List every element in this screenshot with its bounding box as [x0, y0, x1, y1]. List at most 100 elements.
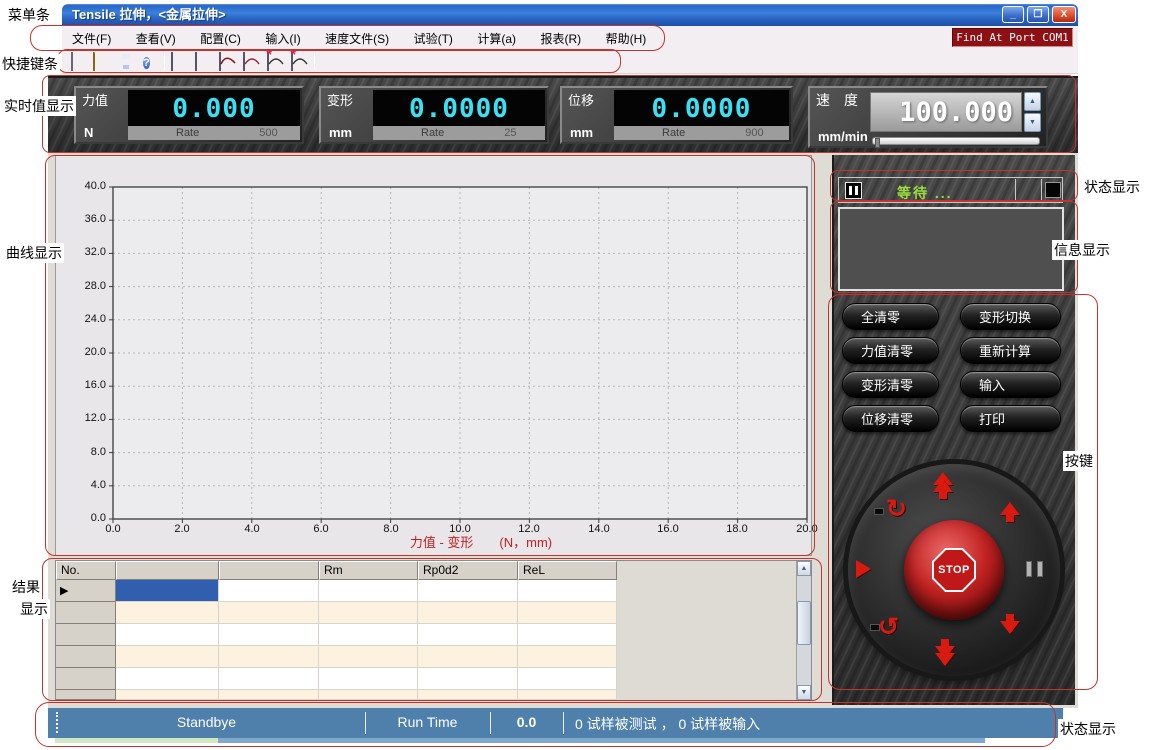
- table-cell-selected[interactable]: [116, 580, 219, 602]
- recalculate-button[interactable]: 重新计算: [960, 337, 1061, 364]
- table-cell[interactable]: [518, 602, 617, 624]
- clear-displacement-button[interactable]: 位移清零: [842, 405, 939, 432]
- curve-icon[interactable]: [242, 53, 260, 71]
- row-indicator[interactable]: [56, 602, 116, 624]
- window-titlebar[interactable]: Tensile 拉伸，<金属拉伸>: [62, 4, 1078, 26]
- table-cell[interactable]: [219, 690, 319, 700]
- up-arrow-icon[interactable]: [1000, 502, 1020, 522]
- stop-button[interactable]: STOP: [904, 520, 1004, 620]
- run-time-value: 0.0: [490, 714, 563, 730]
- input-button[interactable]: 输入: [960, 371, 1061, 398]
- curve-import-icon[interactable]: [290, 53, 308, 71]
- row-indicator[interactable]: [56, 624, 116, 646]
- menu-speed-file[interactable]: 速度文件(S): [315, 26, 399, 47]
- scrollbar-thumb[interactable]: [797, 601, 811, 645]
- col-header-rm[interactable]: Rm: [319, 561, 418, 580]
- table-cell[interactable]: [418, 602, 518, 624]
- scroll-down-icon[interactable]: ▼: [797, 685, 811, 700]
- clear-force-button[interactable]: 力值清零: [842, 337, 939, 364]
- table-cell[interactable]: [319, 624, 418, 646]
- table-cell[interactable]: [518, 690, 617, 700]
- table-cell[interactable]: [219, 602, 319, 624]
- annotation-label-menu-bar: 菜单条: [6, 5, 52, 25]
- table-cell[interactable]: [418, 580, 518, 602]
- close-button[interactable]: X: [1052, 6, 1076, 23]
- col-header-rel[interactable]: ReL: [518, 561, 617, 580]
- menu-calc[interactable]: 计算(a): [467, 26, 526, 47]
- save-icon[interactable]: [117, 53, 135, 71]
- menu-config[interactable]: 配置(C): [190, 26, 251, 47]
- left-jog-icon[interactable]: [856, 560, 871, 578]
- table-cell[interactable]: [116, 690, 219, 700]
- table-cell[interactable]: [116, 624, 219, 646]
- table-cell[interactable]: [518, 668, 617, 690]
- speed-slider[interactable]: [872, 137, 1040, 145]
- table-cell[interactable]: [418, 624, 518, 646]
- table-cell[interactable]: [219, 580, 319, 602]
- table-cell[interactable]: [319, 580, 418, 602]
- clear-deformation-button[interactable]: 变形清零: [842, 371, 939, 398]
- speed-down-button[interactable]: ▼: [1024, 113, 1041, 132]
- table-cell[interactable]: [116, 668, 219, 690]
- down-arrow-icon[interactable]: [1000, 614, 1020, 634]
- col-header-rp0d2[interactable]: Rp0d2: [418, 561, 518, 580]
- menu-file[interactable]: 文件(F): [62, 26, 121, 47]
- curve-preview-icon[interactable]: [218, 53, 236, 71]
- table-cell[interactable]: [319, 602, 418, 624]
- table-cell[interactable]: [219, 624, 319, 646]
- open-folder-icon[interactable]: [92, 53, 110, 71]
- menu-input[interactable]: 输入(I): [255, 26, 310, 47]
- menu-report[interactable]: 报表(R): [531, 26, 592, 47]
- grid-table-icon[interactable]: [170, 53, 188, 71]
- table-cell[interactable]: [116, 602, 219, 624]
- print-button[interactable]: 打印: [960, 405, 1061, 432]
- table-cell[interactable]: [319, 668, 418, 690]
- x-tick: 0.0: [97, 523, 129, 535]
- machine-status-bar: 等待 ...: [838, 177, 1063, 203]
- speed-up-button[interactable]: ▲: [1024, 92, 1041, 111]
- menu-test[interactable]: 试验(T): [404, 26, 463, 47]
- minimize-button[interactable]: _: [1002, 6, 1024, 23]
- machine-mode-text: Standbye: [48, 714, 365, 730]
- row-indicator[interactable]: [56, 690, 116, 700]
- motor-cw-icon[interactable]: [886, 498, 907, 520]
- table-scrollbar[interactable]: ▲ ▼: [796, 561, 811, 700]
- new-window-icon[interactable]: [194, 53, 212, 71]
- pause-jog-icon[interactable]: [1026, 561, 1043, 577]
- speed-value-display: 100.000: [870, 92, 1022, 132]
- table-cell[interactable]: [418, 690, 518, 700]
- row-indicator[interactable]: ▶: [56, 580, 116, 602]
- table-cell[interactable]: [116, 646, 219, 668]
- y-tick: 40.0: [74, 180, 106, 192]
- table-cell[interactable]: [418, 668, 518, 690]
- col-header-blank1[interactable]: [116, 561, 219, 580]
- table-cell[interactable]: [219, 668, 319, 690]
- table-cell[interactable]: [319, 690, 418, 700]
- scroll-up-icon[interactable]: ▲: [797, 561, 811, 576]
- table-cell[interactable]: [319, 646, 418, 668]
- row-indicator[interactable]: [56, 646, 116, 668]
- fast-down-arrow-icon[interactable]: [935, 639, 955, 666]
- clear-all-button[interactable]: 全清零: [842, 303, 939, 330]
- restore-button[interactable]: ❐: [1027, 6, 1049, 23]
- fast-up-arrow-icon[interactable]: [933, 472, 953, 499]
- menu-view[interactable]: 查看(V): [126, 26, 186, 47]
- curve-export-icon[interactable]: [266, 53, 284, 71]
- row-indicator[interactable]: [56, 668, 116, 690]
- menu-help[interactable]: 帮助(H): [596, 26, 657, 47]
- table-cell[interactable]: [518, 646, 617, 668]
- speed-slider-thumb[interactable]: [875, 138, 880, 148]
- deformation-switch-button[interactable]: 变形切换: [960, 303, 1061, 330]
- new-file-icon[interactable]: [68, 53, 86, 71]
- col-header-no[interactable]: No.: [56, 561, 116, 580]
- y-tick: 16.0: [74, 379, 106, 391]
- table-cell[interactable]: [219, 646, 319, 668]
- bottom-status-bar: Standbye Run Time 0.0 0 试样被测试 ， 0 试样被输入: [48, 708, 1063, 738]
- table-cell[interactable]: [418, 646, 518, 668]
- port-status-badge: Find At Port COM1: [952, 28, 1073, 47]
- table-cell[interactable]: [518, 624, 617, 646]
- col-header-blank2[interactable]: [219, 561, 319, 580]
- help-icon[interactable]: [142, 53, 160, 71]
- motor-ccw-icon[interactable]: [878, 616, 899, 638]
- table-cell[interactable]: [518, 580, 617, 602]
